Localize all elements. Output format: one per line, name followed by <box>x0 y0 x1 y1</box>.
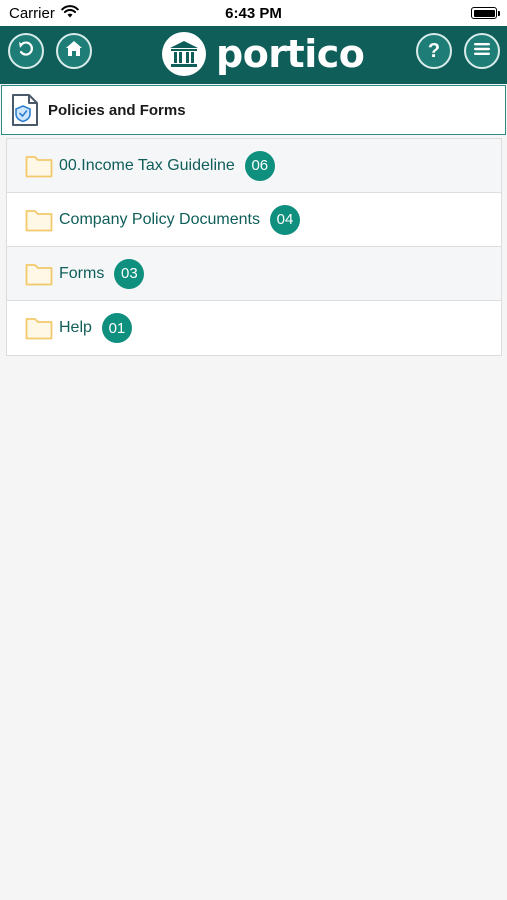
folder-icon <box>25 262 53 286</box>
app-header: portico ? <box>0 26 507 84</box>
document-shield-icon <box>10 93 40 127</box>
list-item-forms[interactable]: Forms 03 <box>7 247 501 301</box>
count-badge: 04 <box>269 204 300 235</box>
battery-icon <box>471 7 500 19</box>
back-arrow-icon <box>17 40 35 63</box>
list-item-company-policy-documents[interactable]: Company Policy Documents 04 <box>7 193 501 247</box>
folder-label: Company Policy Documents <box>59 210 260 228</box>
folder-label: 00.Income Tax Guideline <box>59 156 235 174</box>
hamburger-menu-icon <box>473 42 491 61</box>
home-button[interactable] <box>56 33 92 69</box>
carrier-label: Carrier <box>9 4 55 22</box>
list-item-income-tax-guideline[interactable]: 00.Income Tax Guideline 06 <box>7 139 501 193</box>
folder-label: Forms <box>59 264 105 282</box>
count-badge: 01 <box>101 313 132 343</box>
count-badge: 06 <box>244 150 275 181</box>
help-icon: ? <box>427 39 441 62</box>
bank-building-icon <box>162 32 206 76</box>
status-bar: Carrier 6:43 PM <box>0 0 507 26</box>
page-title-bar: Policies and Forms <box>1 85 506 135</box>
back-button[interactable] <box>8 33 44 69</box>
status-left: Carrier <box>9 5 79 22</box>
folder-icon <box>25 154 53 178</box>
wifi-icon <box>61 4 79 22</box>
app-name: portico <box>216 32 365 76</box>
menu-button[interactable] <box>464 33 500 69</box>
folder-list: 00.Income Tax Guideline 06 Company Polic… <box>6 138 502 356</box>
count-badge: 03 <box>114 258 145 289</box>
folder-icon <box>25 208 53 232</box>
folder-icon <box>25 316 53 340</box>
list-item-help[interactable]: Help 01 <box>7 301 501 355</box>
folder-label: Help <box>59 319 92 336</box>
page-title: Policies and Forms <box>48 101 186 119</box>
help-button[interactable]: ? <box>416 33 452 69</box>
portico-logo: portico <box>162 32 365 76</box>
home-icon <box>65 40 83 62</box>
